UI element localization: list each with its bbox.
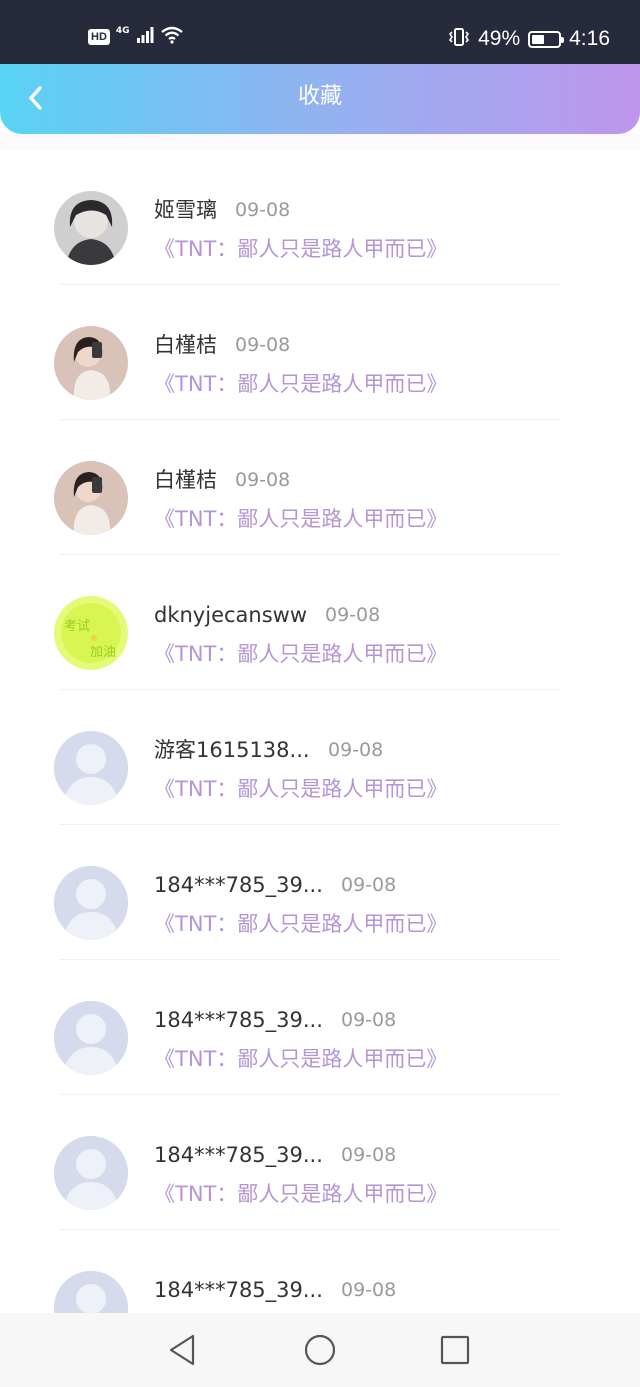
book-title-link[interactable]: 《TNT：鄙人只是路人甲而已》: [154, 504, 447, 534]
vibrate-icon: [448, 26, 470, 52]
battery-percent: 49%: [478, 27, 521, 50]
collect-date: 09-08: [328, 739, 384, 761]
book-title-link[interactable]: 《TNT：鄙人只是路人甲而已》: [154, 234, 447, 264]
app-header: 收藏: [0, 64, 640, 134]
svg-text:考试: 考试: [64, 619, 90, 634]
avatar[interactable]: [54, 461, 128, 535]
user-name: dknyjecansww: [154, 603, 307, 627]
network-type: 4G: [115, 26, 130, 36]
avatar[interactable]: [54, 326, 128, 400]
collect-date: 09-08: [325, 604, 381, 626]
list-item[interactable]: 白槿桔 09-08 《TNT：鄙人只是路人甲而已》: [0, 420, 640, 555]
user-name: 白槿桔: [154, 333, 217, 357]
avatar[interactable]: [54, 731, 128, 805]
svg-text:加油: 加油: [90, 645, 116, 660]
list-item[interactable]: 184***785_39... 09-08 《TNT：鄙人只是路人甲而已》: [0, 1095, 640, 1230]
book-title-link[interactable]: 《TNT：鄙人只是路人甲而已》: [154, 639, 447, 669]
list-item[interactable]: 游客1615138... 09-08 《TNT：鄙人只是路人甲而已》: [0, 690, 640, 825]
recents-square-icon[interactable]: [437, 1332, 473, 1368]
status-right: 49% 4:16: [448, 24, 610, 54]
signal-icon: [136, 26, 154, 48]
avatar[interactable]: [54, 866, 128, 940]
collect-date: 09-08: [341, 1144, 397, 1166]
collect-date: 09-08: [341, 1279, 397, 1301]
collect-date: 09-08: [341, 1009, 397, 1031]
status-bar: HD 4G 49% 4:16: [0, 0, 640, 64]
book-title-link[interactable]: 《TNT：鄙人只是路人甲而已》: [154, 909, 447, 939]
list-item[interactable]: 考试 加油 dknyjecansww 09-08 《TNT：鄙人只是路人甲而已》: [0, 555, 640, 690]
clock: 4:16: [569, 27, 610, 50]
status-left: HD 4G: [88, 26, 184, 48]
user-name: 184***785_39...: [154, 1008, 323, 1032]
hd-badge: HD: [88, 29, 110, 45]
system-nav-bar: [0, 1313, 640, 1387]
user-name: 184***785_39...: [154, 873, 323, 897]
back-triangle-icon[interactable]: [165, 1332, 201, 1368]
avatar[interactable]: [54, 1001, 128, 1075]
avatar[interactable]: 考试 加油: [54, 596, 128, 670]
collect-date: 09-08: [235, 334, 291, 356]
header-separator: [0, 134, 640, 150]
favorites-list[interactable]: 姬雪璃 09-08 《TNT：鄙人只是路人甲而已》 白槿桔 09-08 《TNT：鄙人只是…: [0, 150, 640, 1313]
battery-level: [532, 34, 545, 44]
user-name: 184***785_39...: [154, 1278, 323, 1302]
list-item[interactable]: 184***785_39... 09-08 《TNT：鄙人只是路人甲而已》: [0, 960, 640, 1095]
page-title: 收藏: [297, 84, 342, 109]
book-title-link[interactable]: 《TNT：鄙人只是路人甲而已》: [154, 1044, 447, 1074]
book-title-link[interactable]: 《TNT：鄙人只是路人甲而已》: [154, 1179, 447, 1209]
book-title-link[interactable]: 《TNT：鄙人只是路人甲而已》: [154, 369, 447, 399]
user-name: 白槿桔: [154, 468, 217, 492]
user-name: 游客1615138...: [154, 738, 310, 762]
collect-date: 09-08: [235, 469, 291, 491]
avatar[interactable]: [54, 1271, 128, 1313]
list-item[interactable]: 白槿桔 09-08 《TNT：鄙人只是路人甲而已》: [0, 285, 640, 420]
collect-date: 09-08: [341, 874, 397, 896]
user-name: 184***785_39...: [154, 1143, 323, 1167]
list-item[interactable]: 184***785_39... 09-08: [0, 1230, 640, 1313]
home-circle-icon[interactable]: [302, 1332, 338, 1368]
battery-icon: [528, 30, 565, 48]
wifi-icon: [160, 26, 184, 48]
list-item[interactable]: 姬雪璃 09-08 《TNT：鄙人只是路人甲而已》: [0, 150, 640, 285]
list-item[interactable]: 184***785_39... 09-08 《TNT：鄙人只是路人甲而已》: [0, 825, 640, 960]
user-name: 姬雪璃: [154, 198, 217, 222]
book-title-link[interactable]: 《TNT：鄙人只是路人甲而已》: [154, 774, 447, 804]
avatar[interactable]: [54, 1136, 128, 1210]
collect-date: 09-08: [235, 199, 291, 221]
avatar[interactable]: [54, 191, 128, 265]
